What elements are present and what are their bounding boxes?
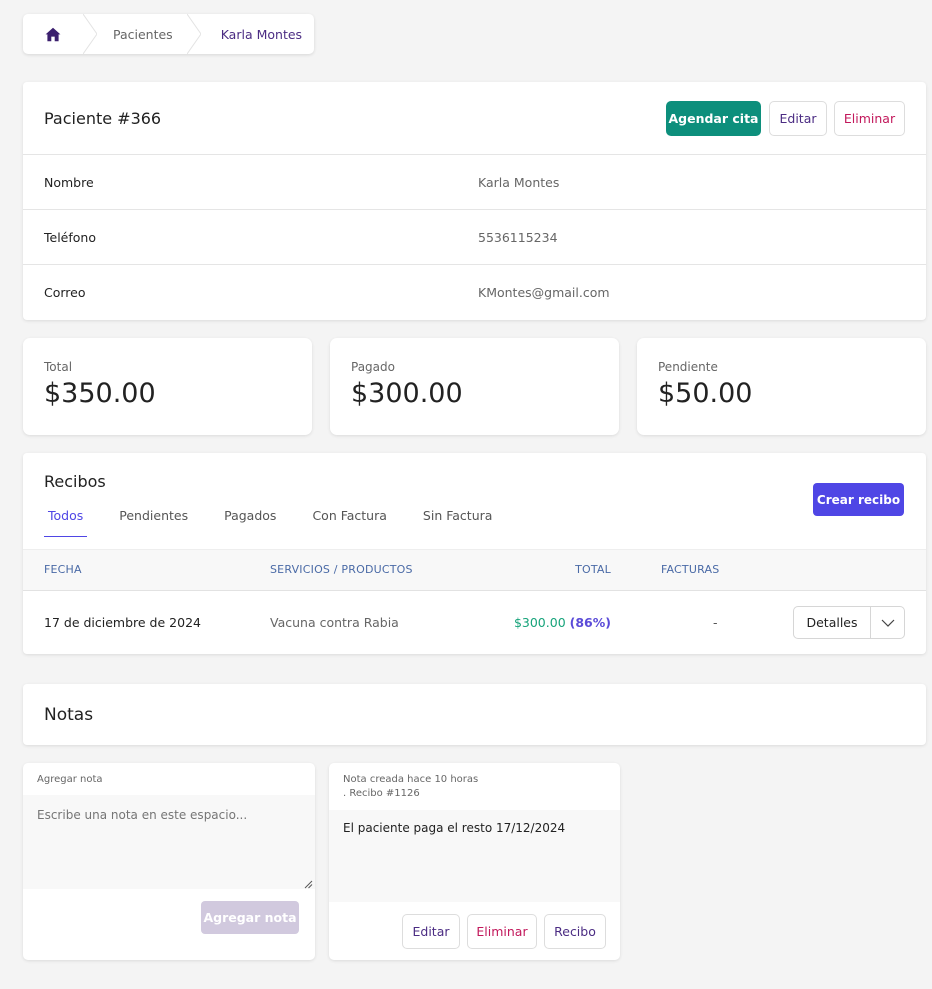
delete-patient-button[interactable]: Eliminar <box>834 100 905 136</box>
note-body: El paciente paga el resto 17/12/2024 <box>329 810 620 902</box>
home-icon <box>45 27 61 41</box>
info-value: KMontes@gmail.com <box>478 285 610 300</box>
column-header-invoices: FACTURAS <box>661 563 720 576</box>
info-value: 5536115234 <box>478 229 558 245</box>
patient-title: Paciente #366 <box>44 108 162 128</box>
info-value: Karla Montes <box>478 174 560 190</box>
edit-note-button[interactable]: Editar <box>402 914 460 949</box>
stat-label: Pagado <box>351 360 395 374</box>
info-row-email: Correo KMontes@gmail.com <box>23 265 926 320</box>
table-row: 17 de diciembre de 2024 Vacuna contra Ra… <box>23 591 926 654</box>
info-row-name: Nombre Karla Montes <box>23 155 926 210</box>
note-receipt-button[interactable]: Recibo <box>544 914 606 949</box>
patient-header: Paciente #366 Agendar cita Editar Elimin… <box>23 82 926 155</box>
stat-value: $300.00 <box>351 378 463 409</box>
note-actions: Editar Eliminar Recibo <box>395 914 606 949</box>
create-receipt-button[interactable]: Crear recibo <box>813 483 904 516</box>
add-note-card: Agregar nota Agregar nota <box>23 763 315 960</box>
delete-note-button[interactable]: Eliminar <box>467 914 537 949</box>
schedule-appointment-button[interactable]: Agendar cita <box>666 100 761 136</box>
receipt-percent: (86%) <box>569 615 611 630</box>
add-note-label: Agregar nota <box>37 774 103 785</box>
note-card: Nota creada hace 10 horas . Recibo #1126… <box>329 763 620 960</box>
receipts-card: Recibos Todos Pendientes Pagados Con Fac… <box>23 453 926 654</box>
receipts-title: Recibos <box>44 472 106 491</box>
details-button[interactable]: Detalles <box>794 607 871 638</box>
tab-pagados[interactable]: Pagados <box>220 508 280 537</box>
breadcrumb-pacientes[interactable]: Pacientes <box>97 14 187 54</box>
details-split-button: Detalles <box>793 606 905 639</box>
breadcrumb: Pacientes Karla Montes <box>23 14 314 54</box>
tab-sin-factura[interactable]: Sin Factura <box>419 508 497 537</box>
tab-pendientes[interactable]: Pendientes <box>115 508 192 537</box>
stat-label: Pendiente <box>658 360 718 374</box>
stat-value: $350.00 <box>44 378 156 409</box>
note-receipt-ref: . Recibo #1126 <box>343 788 420 799</box>
notes-title: Notas <box>44 704 94 725</box>
receipts-table-header: FECHA SERVICIOS / PRODUCTOS TOTAL FACTUR… <box>23 549 926 591</box>
receipts-tabs: Todos Pendientes Pagados Con Factura Sin… <box>44 508 524 537</box>
details-dropdown-toggle[interactable] <box>871 607 904 638</box>
tab-con-factura[interactable]: Con Factura <box>308 508 390 537</box>
add-note-button[interactable]: Agregar nota <box>201 901 299 934</box>
receipt-total: $300.00 (86%) <box>514 591 611 654</box>
patient-card: Paciente #366 Agendar cita Editar Elimin… <box>23 82 926 320</box>
resize-grip-icon[interactable] <box>304 880 313 889</box>
breadcrumb-home[interactable] <box>23 14 83 54</box>
receipt-amount: $300.00 <box>513 615 566 630</box>
info-label: Teléfono <box>44 229 96 245</box>
receipt-invoices: - <box>713 615 718 630</box>
receipt-date: 17 de diciembre de 2024 <box>44 615 201 630</box>
edit-patient-button[interactable]: Editar <box>769 100 827 136</box>
note-textarea[interactable] <box>23 795 315 889</box>
column-header-total: TOTAL <box>575 563 611 576</box>
column-header-services: SERVICIOS / PRODUCTOS <box>270 563 413 576</box>
breadcrumb-separator <box>83 14 97 54</box>
breadcrumb-current: Karla Montes <box>220 26 303 42</box>
breadcrumb-separator <box>186 14 201 54</box>
stat-label: Total <box>44 360 73 374</box>
chevron-down-icon <box>881 619 894 627</box>
stat-value: $50.00 <box>658 378 753 409</box>
stat-card-total: Total $350.00 <box>23 338 312 435</box>
tab-todos[interactable]: Todos <box>44 508 88 537</box>
info-label: Nombre <box>44 174 94 190</box>
receipt-services: Vacuna contra Rabia <box>270 615 399 630</box>
notes-card: Notas <box>23 684 926 745</box>
stat-card-paid: Pagado $300.00 <box>330 338 619 435</box>
stat-card-pending: Pendiente $50.00 <box>637 338 926 435</box>
note-created-time: Nota creada hace 10 horas <box>343 774 479 785</box>
note-meta: Nota creada hace 10 horas . Recibo #1126 <box>343 773 478 801</box>
info-label: Correo <box>44 285 86 300</box>
column-header-date: FECHA <box>44 563 82 576</box>
info-row-phone: Teléfono 5536115234 <box>23 210 926 265</box>
